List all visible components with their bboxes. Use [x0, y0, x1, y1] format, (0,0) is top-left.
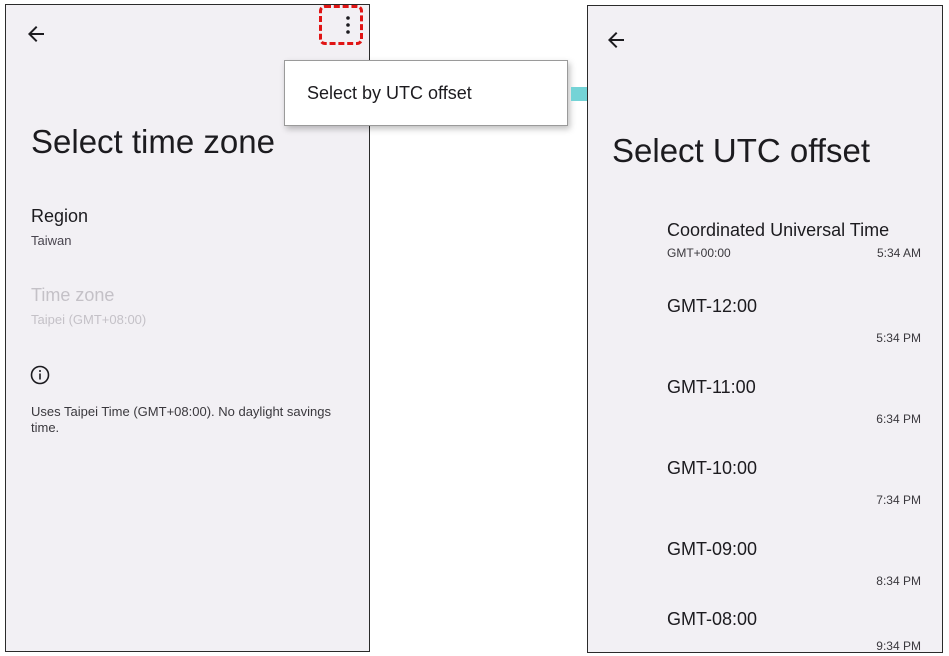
region-label: Region	[31, 206, 89, 226]
back-arrow-icon[interactable]	[24, 22, 48, 46]
utc-offset-value: GMT+00:00	[667, 246, 731, 260]
time-zone-info-text: Uses Taipei Time (GMT+08:00). No dayligh…	[31, 404, 331, 435]
utc-offset-time: 7:34 PM	[876, 493, 921, 507]
utc-offset-name: Coordinated Universal Time	[667, 220, 890, 240]
utc-offset-name: GMT-09:00	[667, 539, 758, 559]
utc-offset-time: 6:34 PM	[876, 412, 921, 426]
info-icon	[30, 365, 50, 385]
time-zone-label: Time zone	[31, 285, 115, 305]
utc-offset-time: 5:34 PM	[876, 331, 921, 345]
time-zone-value: Taipei (GMT+08:00)	[31, 312, 147, 327]
utc-offset-item[interactable]: GMT-09:00 8:34 PM	[667, 539, 929, 599]
utc-offset-time: 5:34 AM	[876, 246, 921, 260]
overflow-menu-popup: Select by UTC offset	[284, 60, 568, 126]
utc-offset-item[interactable]: Coordinated Universal Time GMT+00:00 5:3…	[667, 220, 929, 270]
utc-offset-item[interactable]: GMT-11:00 6:34 PM	[667, 377, 929, 437]
more-vert-icon	[346, 16, 350, 34]
utc-offset-name: GMT-10:00	[667, 458, 758, 478]
utc-offset-name: GMT-11:00	[667, 377, 756, 397]
utc-offset-item[interactable]: GMT-08:00 9:34 PM	[667, 609, 929, 653]
utc-offset-time: 8:34 PM	[876, 574, 921, 588]
utc-offset-item[interactable]: GMT-12:00 5:34 PM	[667, 296, 929, 356]
page-title: Select UTC offset	[612, 132, 870, 169]
back-arrow-icon[interactable]	[604, 28, 628, 52]
utc-offset-name: GMT-08:00	[667, 609, 758, 629]
utc-offset-name: GMT-12:00	[667, 296, 758, 316]
utc-offset-screen: Select UTC offset Coordinated Universal …	[587, 5, 943, 653]
utc-offset-time: 9:34 PM	[876, 639, 921, 653]
overflow-menu-button[interactable]	[319, 5, 363, 45]
menu-item-select-by-utc-offset[interactable]: Select by UTC offset	[307, 83, 472, 104]
region-value: Taiwan	[31, 233, 72, 248]
utc-offset-item[interactable]: GMT-10:00 7:34 PM	[667, 458, 929, 518]
page-title: Select time zone	[31, 123, 275, 160]
